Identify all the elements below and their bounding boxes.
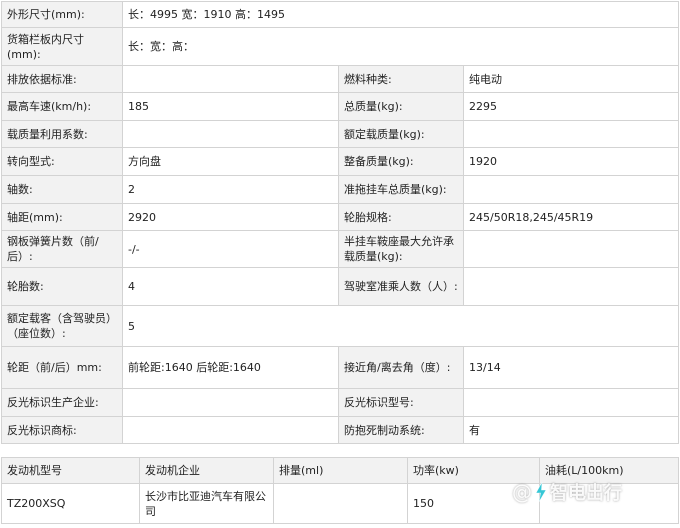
- spec-row: 货箱栏板内尺寸(mm): 长：宽：高：: [1, 27, 680, 66]
- spec-label: 最高车速(km/h):: [1, 92, 123, 121]
- spec-label: 驾驶室准乘人数（人）:: [338, 267, 464, 306]
- spec-label: 额定载客（含驾驶员）（座位数）:: [1, 305, 123, 347]
- spec-label: 轮胎规格:: [338, 203, 464, 231]
- spec-label: 货箱栏板内尺寸(mm):: [1, 27, 123, 66]
- spec-row: 最高车速(km/h): 185 总质量(kg): 2295: [1, 92, 680, 121]
- spec-value: [462, 175, 680, 204]
- spec-value: [122, 120, 339, 148]
- spec-label: 载质量利用系数:: [1, 120, 123, 148]
- spec-label: 反光标识生产企业:: [1, 388, 123, 417]
- engine-cell: [273, 483, 408, 524]
- spec-row: 轮胎数: 4 驾驶室准乘人数（人）:: [1, 267, 680, 306]
- spec-value: 5: [121, 305, 680, 347]
- spec-label: 轴距(mm):: [1, 203, 123, 231]
- spec-row: 反光标识生产企业: 反光标识型号:: [1, 388, 680, 417]
- spec-value: 185: [122, 92, 339, 121]
- spec-row: 轮距（前/后）mm: 前轮距:1640 后轮距:1640 接近角/离去角（度）:…: [1, 346, 680, 389]
- spec-row: 钢板弹簧片数（前/后）: -/- 半挂车鞍座最大允许承载质量(kg):: [1, 230, 680, 268]
- spec-label: 半挂车鞍座最大允许承载质量(kg):: [338, 230, 464, 268]
- spec-label: 整备质量(kg):: [338, 147, 464, 176]
- engine-header-cell: 排量(ml): [273, 457, 408, 484]
- engine-cell: TZ200XSQ: [1, 483, 140, 524]
- spec-value: 长：宽：高：: [121, 27, 680, 66]
- spec-row: 转向型式: 方向盘 整备质量(kg): 1920: [1, 147, 680, 176]
- spec-value: 245/50R18,245/45R19: [462, 203, 680, 231]
- spec-label: 转向型式:: [1, 147, 123, 176]
- spec-row: 排放依据标准: 燃料种类: 纯电动: [1, 65, 680, 93]
- spec-value: [462, 230, 680, 268]
- watermark-symbol: @: [512, 480, 532, 504]
- watermark-text: 智电出行: [550, 483, 622, 504]
- spec-value: [122, 416, 339, 444]
- spec-label: 轮胎数:: [1, 267, 123, 306]
- engine-header-cell: 发动机型号: [1, 457, 140, 484]
- spec-label: 总质量(kg):: [338, 92, 464, 121]
- spec-label: 轴数:: [1, 175, 123, 204]
- spec-label: 反光标识商标:: [1, 416, 123, 444]
- spec-value: 纯电动: [462, 65, 680, 93]
- spec-value: 有: [462, 416, 680, 444]
- spec-label: 防抱死制动系统:: [338, 416, 464, 444]
- spec-value: 13/14: [462, 346, 680, 389]
- spec-label: 准拖挂车总质量(kg):: [338, 175, 464, 204]
- spec-row: 轴数: 2 准拖挂车总质量(kg):: [1, 175, 680, 204]
- spec-value: 2920: [122, 203, 339, 231]
- spec-value: 2: [122, 175, 339, 204]
- engine-header-cell: 发动机企业: [139, 457, 274, 484]
- spec-row: 轴距(mm): 2920 轮胎规格: 245/50R18,245/45R19: [1, 203, 680, 231]
- spec-value: 4: [122, 267, 339, 306]
- spec-value: 2295: [462, 92, 680, 121]
- spec-value: [462, 267, 680, 306]
- spec-row: 载质量利用系数: 额定载质量(kg):: [1, 120, 680, 148]
- spec-label: 反光标识型号:: [338, 388, 464, 417]
- vehicle-spec-table: 外形尺寸(mm): 长：4995 宽：1910 高：1495 货箱栏板内尺寸(m…: [1, 1, 680, 444]
- spec-value: [122, 388, 339, 417]
- spec-row: 外形尺寸(mm): 长：4995 宽：1910 高：1495: [1, 1, 680, 28]
- spec-value: 前轮距:1640 后轮距:1640: [122, 346, 339, 389]
- engine-cell: 长沙市比亚迪汽车有限公司: [139, 483, 274, 524]
- spec-value: [122, 65, 339, 93]
- spec-value: 方向盘: [122, 147, 339, 176]
- spec-row: 额定载客（含驾驶员）（座位数）: 5: [1, 305, 680, 347]
- watermark: @ 智电出行: [512, 478, 622, 506]
- spec-label: 额定载质量(kg):: [338, 120, 464, 148]
- spec-label: 接近角/离去角（度）:: [338, 346, 464, 389]
- spec-label: 外形尺寸(mm):: [1, 1, 123, 28]
- spec-label: 钢板弹簧片数（前/后）:: [1, 230, 123, 268]
- spec-label: 燃料种类:: [338, 65, 464, 93]
- spec-value: [462, 120, 680, 148]
- spec-value: 1920: [462, 147, 680, 176]
- spec-value: -/-: [122, 230, 339, 268]
- spec-label: 排放依据标准:: [1, 65, 123, 93]
- lightning-icon: [535, 482, 547, 502]
- spec-row: 反光标识商标: 防抱死制动系统: 有: [1, 416, 680, 444]
- spec-value: 长：4995 宽：1910 高：1495: [121, 1, 680, 28]
- spec-label: 轮距（前/后）mm:: [1, 346, 123, 389]
- spec-value: [462, 388, 680, 417]
